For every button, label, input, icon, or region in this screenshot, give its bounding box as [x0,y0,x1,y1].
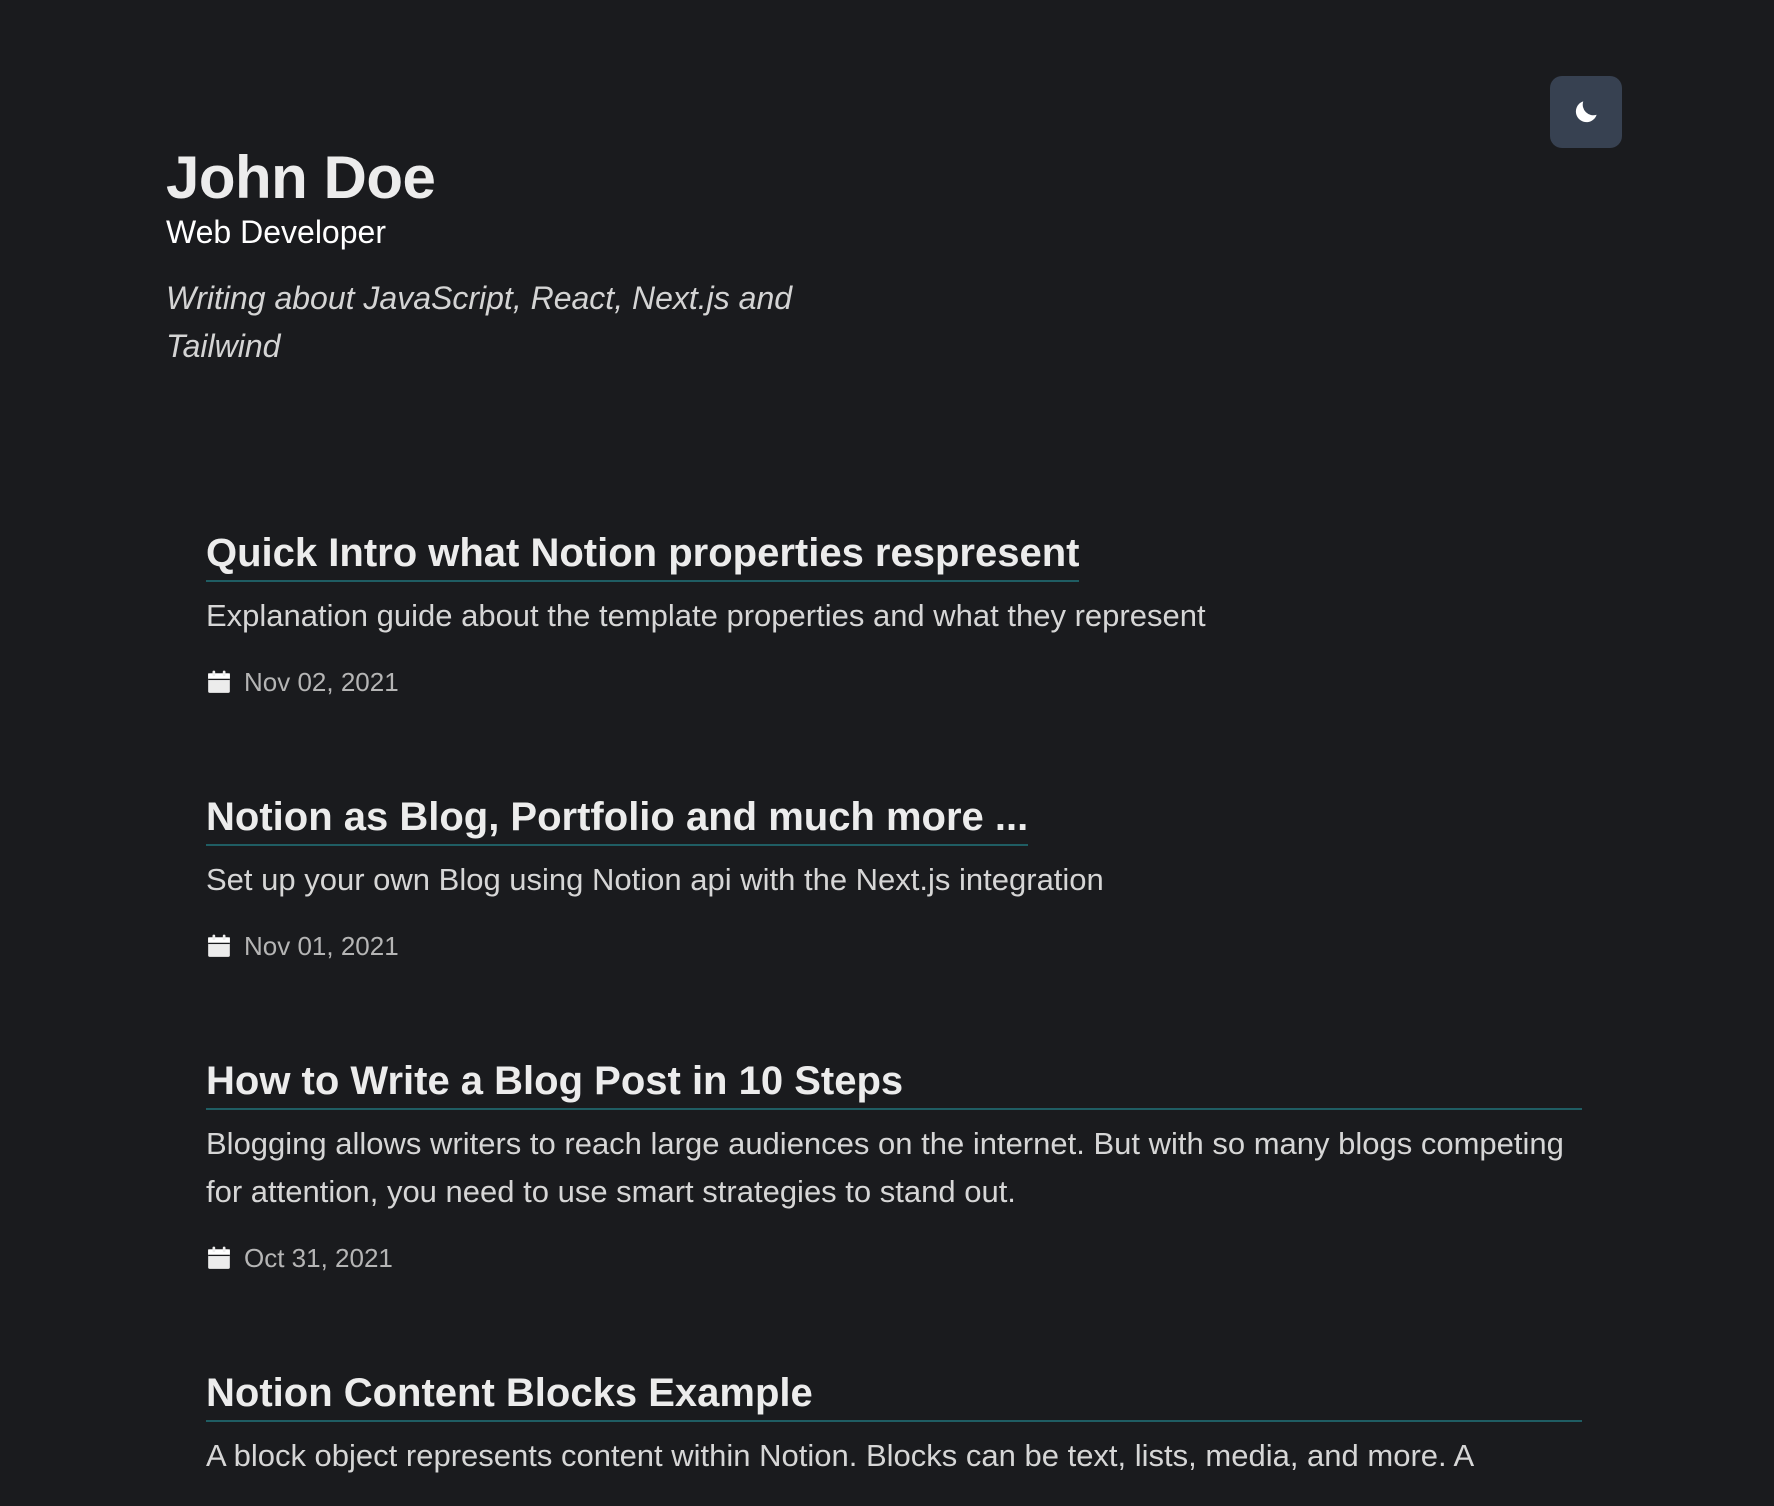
post-item[interactable]: Notion Content Blocks Example A block ob… [206,1368,1582,1480]
post-title-link[interactable]: Notion Content Blocks Example [206,1368,1582,1422]
calendar-icon [206,669,232,695]
post-title-link[interactable]: Notion as Blog, Portfolio and much more … [206,792,1029,846]
post-date: Nov 01, 2021 [206,928,1582,964]
post-date-text: Nov 02, 2021 [244,667,399,697]
author-name: John Doe [166,144,436,211]
calendar-icon [206,1245,232,1271]
author-role: Web Developer [166,214,386,250]
moon-icon [1571,97,1601,127]
post-title-link[interactable]: Quick Intro what Notion properties respr… [206,528,1080,582]
post-date: Oct 31, 2021 [206,1240,1582,1276]
post-title-wrapper: Quick Intro what Notion properties respr… [206,528,1206,640]
post-date-text: Oct 31, 2021 [244,1243,393,1273]
profile-header: John Doe Web Developer Writing about Jav… [166,140,866,370]
post-date: Nov 02, 2021 [206,664,1582,700]
post-item[interactable]: How to Write a Blog Post in 10 Steps Blo… [206,1056,1582,1276]
post-description: Blogging allows writers to reach large a… [206,1126,1564,1209]
post-item[interactable]: Quick Intro what Notion properties respr… [206,528,1582,700]
post-description: Set up your own Blog using Notion api wi… [206,862,1104,897]
post-title-wrapper: Notion as Blog, Portfolio and much more … [206,792,1104,904]
theme-toggle-button[interactable] [1550,76,1622,148]
post-date-text: Nov 01, 2021 [244,931,399,961]
post-title-wrapper: Notion Content Blocks Example A block ob… [206,1368,1582,1480]
post-description: A block object represents content within… [206,1438,1475,1473]
calendar-icon [206,933,232,959]
post-item[interactable]: Notion as Blog, Portfolio and much more … [206,792,1582,964]
post-description: Explanation guide about the template pro… [206,598,1206,633]
post-title-link[interactable]: How to Write a Blog Post in 10 Steps [206,1056,1582,1110]
post-title-wrapper: How to Write a Blog Post in 10 Steps Blo… [206,1056,1582,1216]
post-list: Quick Intro what Notion properties respr… [206,528,1582,1506]
author-tagline: Writing about JavaScript, React, Next.js… [166,280,793,364]
